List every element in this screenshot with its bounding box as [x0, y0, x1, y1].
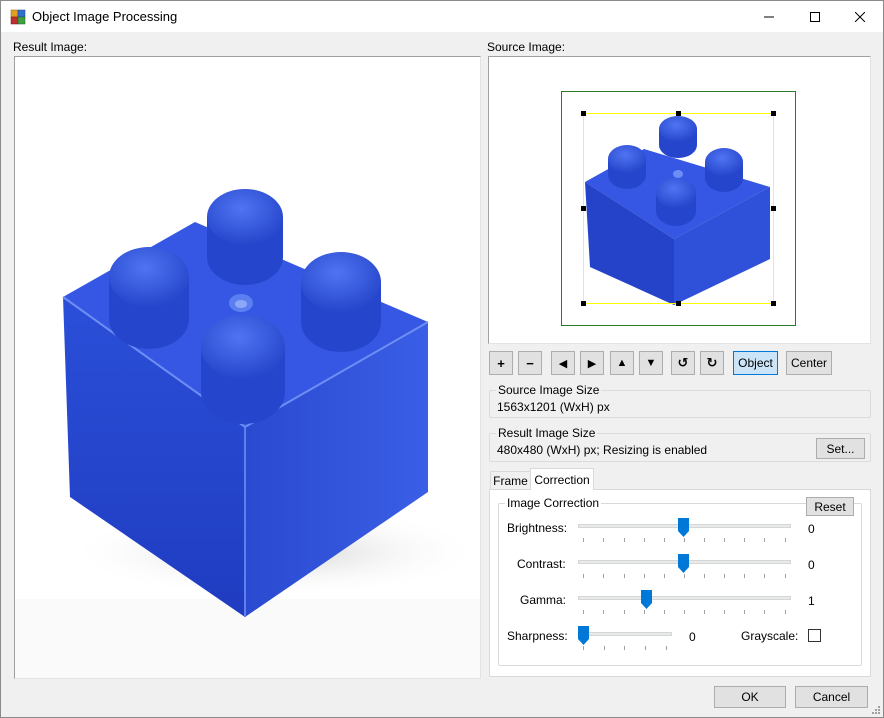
resize-grip-icon[interactable] [870, 704, 880, 714]
slider-thumb[interactable] [678, 518, 689, 537]
sharpness-value: 0 [689, 630, 696, 644]
dialog-window: Object Image Processing Result Image: So… [0, 0, 884, 718]
slider-ticks [578, 646, 672, 650]
resize-handle [581, 301, 586, 306]
maximize-icon [810, 11, 820, 22]
gamma-slider[interactable] [578, 590, 791, 620]
resize-handle [771, 206, 776, 211]
grayscale-checkbox[interactable] [808, 629, 821, 642]
slider-track [578, 632, 672, 636]
slider-track [578, 596, 791, 600]
rotate-ccw-button[interactable]: ↺ [671, 351, 695, 375]
result-image-label: Result Image: [13, 40, 88, 54]
arrow-right-icon: ▶ [587, 357, 597, 370]
resize-handle [581, 111, 586, 116]
arrow-left-icon: ◀ [558, 357, 568, 370]
result-image-panel[interactable] [14, 56, 481, 679]
grayscale-label: Grayscale: [741, 629, 799, 643]
arrow-down-icon: ▼ [645, 357, 657, 369]
app-icon [10, 9, 26, 25]
sharpness-slider[interactable] [578, 626, 672, 656]
maximize-button[interactable] [792, 1, 838, 32]
resize-handle [676, 111, 681, 116]
brightness-slider[interactable] [578, 518, 791, 548]
move-right-button[interactable]: ▶ [580, 351, 604, 375]
tab-correction[interactable]: Correction [530, 468, 594, 490]
minus-icon: − [526, 355, 534, 371]
result-brick-image [15, 57, 480, 678]
reset-button[interactable]: Reset [806, 497, 854, 516]
slider-ticks [578, 574, 791, 578]
move-left-button[interactable]: ◀ [551, 351, 575, 375]
source-size-title: Source Image Size [496, 383, 602, 397]
rotate-ccw-icon: ↺ [677, 355, 689, 370]
move-down-button[interactable]: ▼ [639, 351, 663, 375]
brightness-label: Brightness: [507, 521, 568, 535]
gamma-label: Gamma: [520, 593, 567, 607]
sharpness-label: Sharpness: [507, 629, 568, 643]
plus-icon: + [497, 355, 505, 371]
arrow-up-icon: ▲ [616, 357, 628, 369]
contrast-value: 0 [808, 558, 815, 572]
center-button[interactable]: Center [786, 351, 832, 375]
tab-frame[interactable]: Frame [490, 471, 531, 490]
contrast-slider[interactable] [578, 554, 791, 584]
object-button[interactable]: Object [733, 351, 778, 375]
source-brick-image [489, 57, 870, 343]
result-size-value: 480x480 (WxH) px; Resizing is enabled [497, 443, 708, 457]
window-title: Object Image Processing [32, 9, 178, 24]
source-image-panel[interactable] [488, 56, 871, 344]
rotate-cw-button[interactable]: ↻ [700, 351, 724, 375]
source-size-value: 1563x1201 (WxH) px [497, 400, 610, 414]
close-button[interactable] [837, 1, 883, 32]
title-bar[interactable]: Object Image Processing [1, 1, 883, 32]
move-up-button[interactable]: ▲ [610, 351, 634, 375]
image-correction-title: Image Correction [505, 496, 602, 510]
source-size-group: Source Image Size 1563x1201 (WxH) px [489, 383, 871, 418]
set-size-button[interactable]: Set... [816, 438, 865, 459]
resize-handle [581, 206, 586, 211]
slider-thumb[interactable] [578, 626, 589, 645]
close-icon [855, 11, 865, 22]
minimize-button[interactable] [746, 1, 792, 32]
slider-thumb[interactable] [641, 590, 652, 609]
slider-ticks [578, 538, 791, 542]
brightness-value: 0 [808, 522, 815, 536]
resize-handle [771, 301, 776, 306]
ok-button[interactable]: OK [714, 686, 786, 708]
source-image-label: Source Image: [487, 40, 566, 54]
slider-ticks [578, 610, 791, 614]
resize-handle [676, 301, 681, 306]
cancel-button[interactable]: Cancel [795, 686, 868, 708]
result-size-title: Result Image Size [496, 426, 598, 440]
slider-thumb[interactable] [678, 554, 689, 573]
contrast-label: Contrast: [517, 557, 566, 571]
gamma-value: 1 [808, 594, 815, 608]
resize-handle [771, 111, 776, 116]
rotate-cw-icon: ↻ [706, 355, 718, 370]
result-size-group: Result Image Size 480x480 (WxH) px; Resi… [489, 426, 871, 462]
minimize-icon [764, 16, 774, 17]
zoom-in-button[interactable]: + [489, 351, 513, 375]
zoom-out-button[interactable]: − [518, 351, 542, 375]
